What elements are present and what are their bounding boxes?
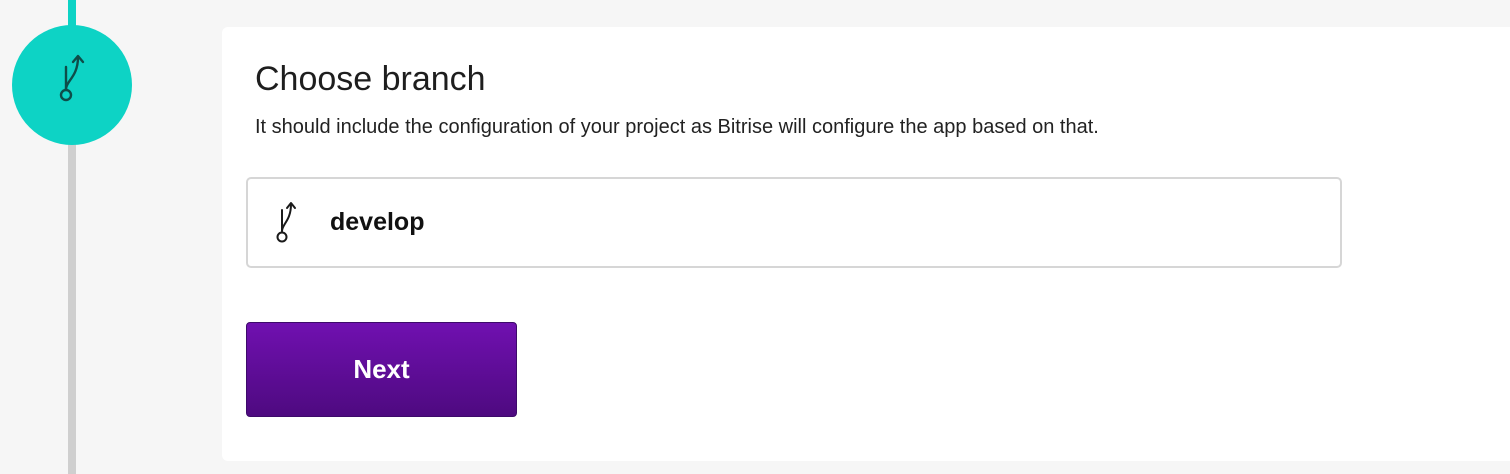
- add-app-wizard: Choose branch It should include the conf…: [0, 0, 1510, 474]
- selected-branch: develop: [330, 208, 425, 236]
- step-indicator: [12, 25, 132, 145]
- choose-branch-card: Choose branch It should include the conf…: [222, 27, 1510, 461]
- branch-select[interactable]: develop: [246, 177, 1342, 268]
- git-branch-icon: [52, 51, 92, 120]
- page-description: It should include the configuration of y…: [255, 116, 1099, 138]
- page-title: Choose branch: [255, 60, 486, 98]
- git-branch-icon: [272, 199, 300, 247]
- next-button[interactable]: Next: [246, 322, 517, 417]
- timeline-line-pending: [68, 140, 76, 474]
